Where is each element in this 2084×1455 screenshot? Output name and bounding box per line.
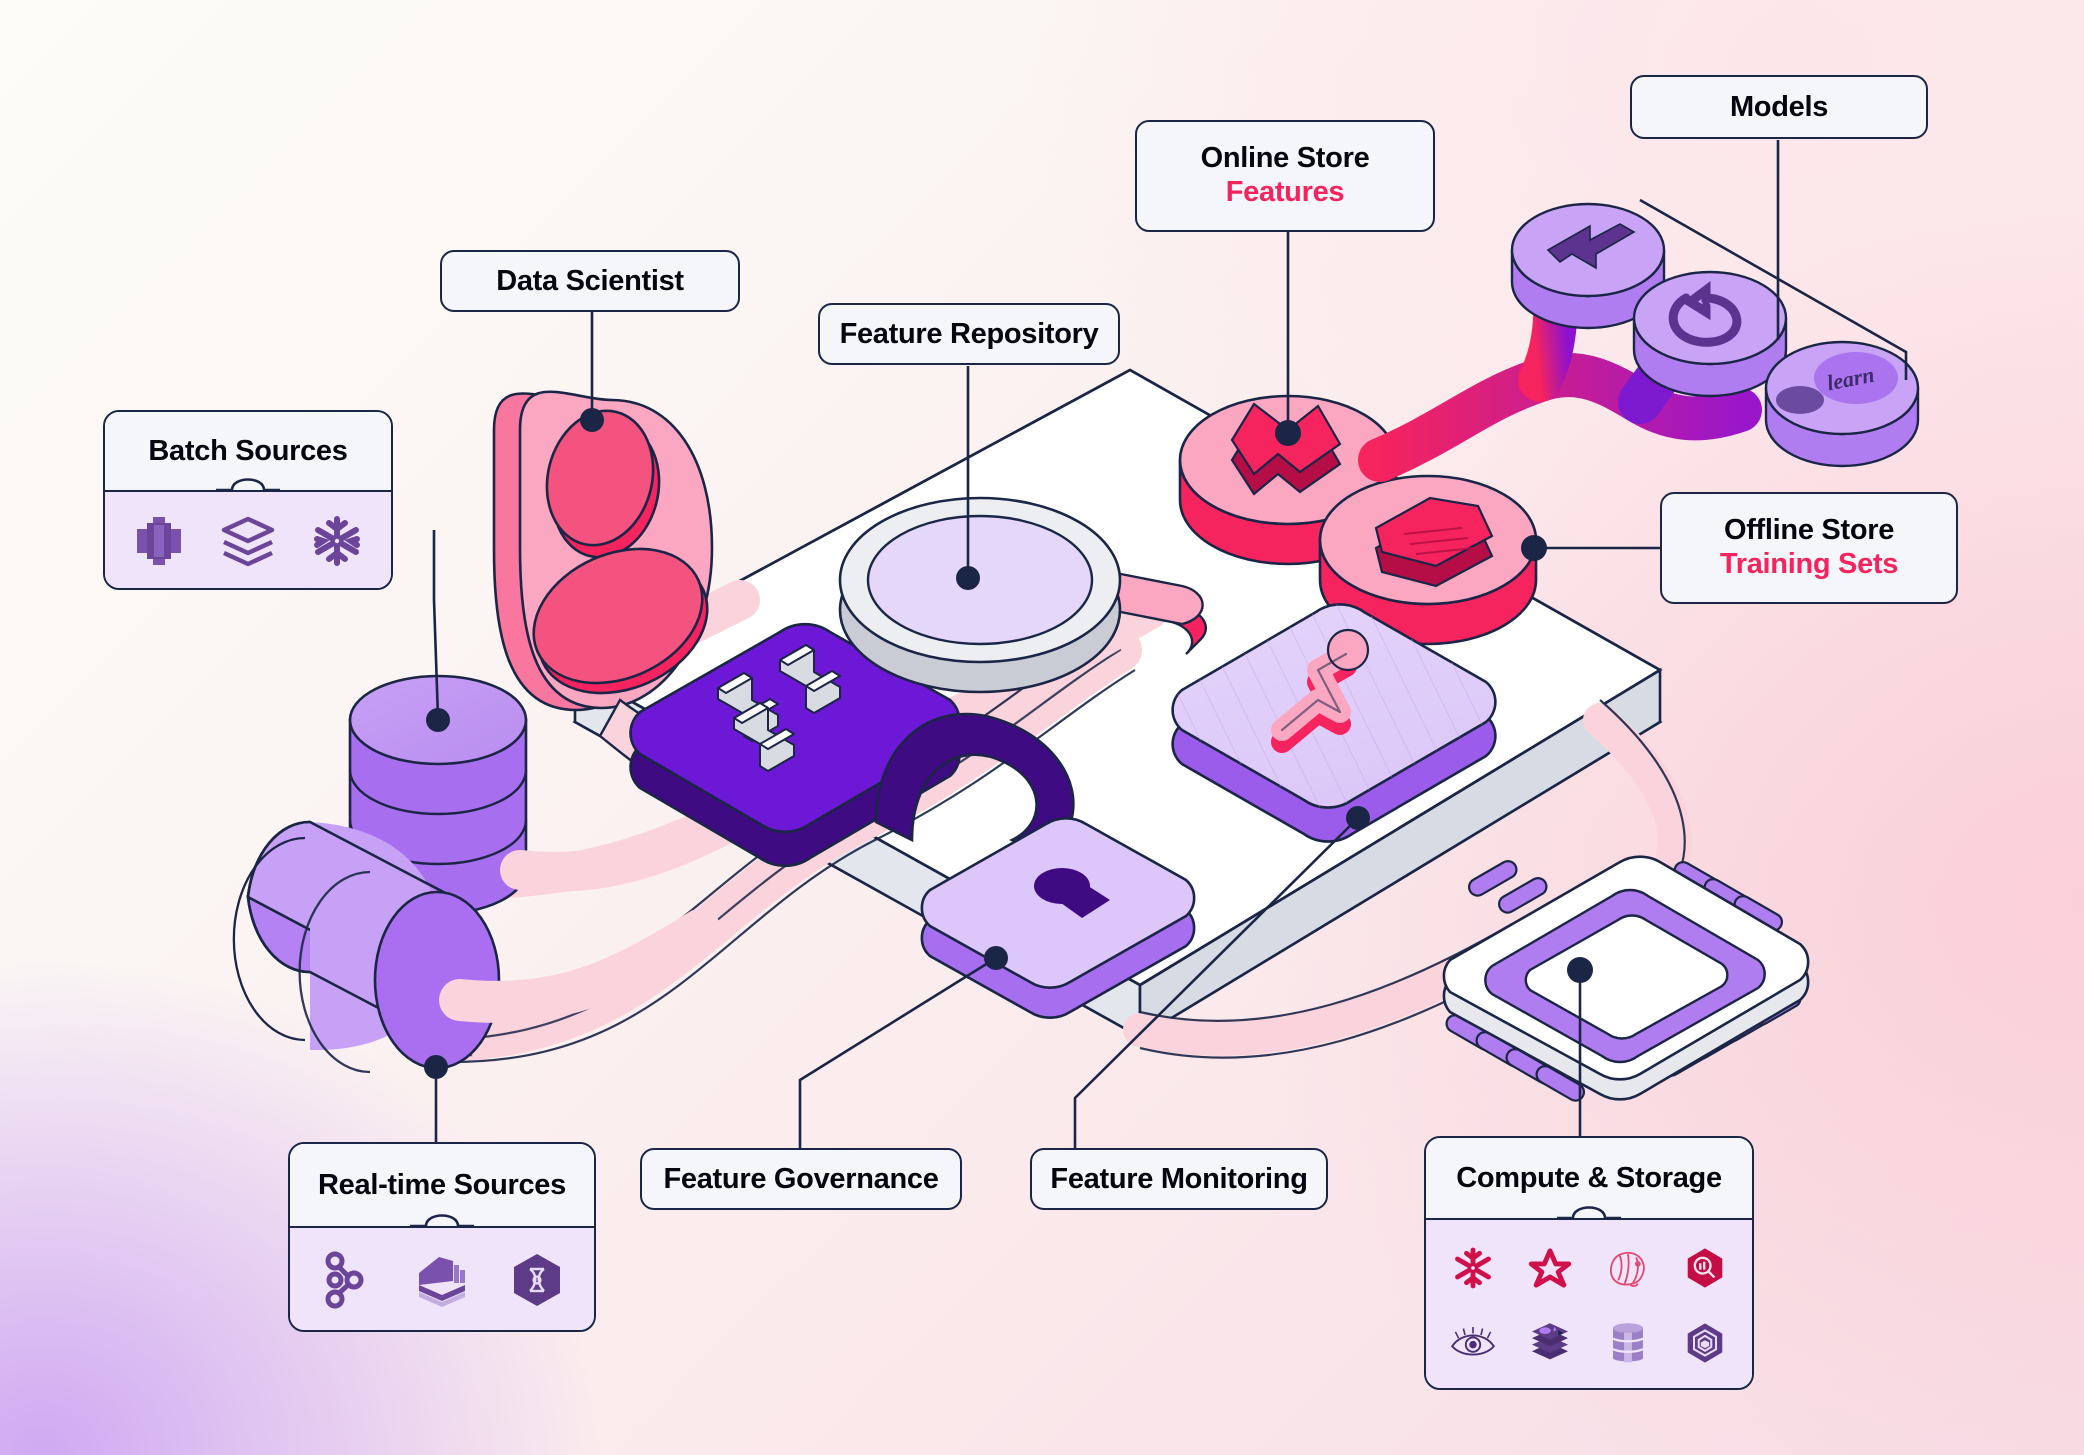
callout-data-scientist[interactable]: Data Scientist <box>440 250 740 312</box>
puzzle-notch-icon <box>410 1214 474 1228</box>
callout-models[interactable]: Models <box>1630 75 1928 139</box>
callout-sublabel: Features <box>1225 176 1345 209</box>
panel-header: Real-time Sources <box>290 1144 594 1228</box>
icon-kinesis[interactable] <box>413 1251 471 1309</box>
scikit-learn-disc-icon: learn <box>1764 340 1920 468</box>
callout-label: Data Scientist <box>496 264 684 297</box>
callout-label: Feature Governance <box>663 1162 939 1195</box>
icon-dynamodb[interactable] <box>1606 1319 1650 1367</box>
icon-hexagon-stream[interactable] <box>508 1251 566 1309</box>
callout-feature-governance[interactable]: Feature Governance <box>640 1148 962 1210</box>
panel-icon-tray <box>1426 1218 1752 1388</box>
icon-snowflake-compute[interactable] <box>1451 1246 1495 1290</box>
callout-offline-store[interactable]: Offline Store Training Sets <box>1660 492 1958 604</box>
panel-batch-sources[interactable]: Batch Sources <box>103 410 393 590</box>
panel-compute-storage[interactable]: Compute & Storage <box>1424 1136 1754 1390</box>
panel-title: Real-time Sources <box>318 1168 566 1201</box>
panel-title: Compute & Storage <box>1456 1161 1722 1194</box>
callout-label: Offline Store <box>1723 514 1895 547</box>
callout-label: Models <box>1729 90 1829 123</box>
panel-icon-tray <box>290 1226 594 1330</box>
panel-realtime-sources[interactable]: Real-time Sources <box>288 1142 596 1332</box>
callout-feature-monitoring[interactable]: Feature Monitoring <box>1030 1148 1328 1210</box>
puzzle-notch-icon <box>1557 1206 1621 1220</box>
icon-bigquery-eye[interactable] <box>1449 1323 1497 1363</box>
icon-hive[interactable] <box>1683 1321 1727 1365</box>
icon-redshift[interactable] <box>1527 1320 1573 1366</box>
icon-redis-star[interactable] <box>1528 1246 1572 1290</box>
icon-aws-s3[interactable] <box>131 513 187 569</box>
puzzle-notch-icon <box>216 478 280 492</box>
callout-online-store[interactable]: Online Store Features <box>1135 120 1435 232</box>
diagram-canvas: learn Data Scientist Feature Repository … <box>0 0 2084 1455</box>
cpu-chip-icon <box>1442 855 1810 1102</box>
icon-druid[interactable] <box>1683 1246 1727 1290</box>
panel-title: Batch Sources <box>148 434 348 467</box>
callout-feature-repository[interactable]: Feature Repository <box>818 303 1120 365</box>
icon-snowflake[interactable] <box>310 514 364 568</box>
icon-databricks[interactable] <box>219 514 277 568</box>
panel-header: Compute & Storage <box>1426 1138 1752 1220</box>
panel-header: Batch Sources <box>105 412 391 492</box>
callout-label: Feature Monitoring <box>1050 1162 1308 1195</box>
panel-icon-tray <box>105 490 391 588</box>
callout-label: Feature Repository <box>839 317 1099 350</box>
pytorch-disc-icon <box>1632 270 1788 398</box>
icon-postgresql[interactable] <box>1605 1246 1651 1290</box>
callout-sublabel: Training Sets <box>1719 548 1899 581</box>
icon-kafka[interactable] <box>321 1251 373 1309</box>
callout-label: Online Store <box>1200 142 1370 175</box>
